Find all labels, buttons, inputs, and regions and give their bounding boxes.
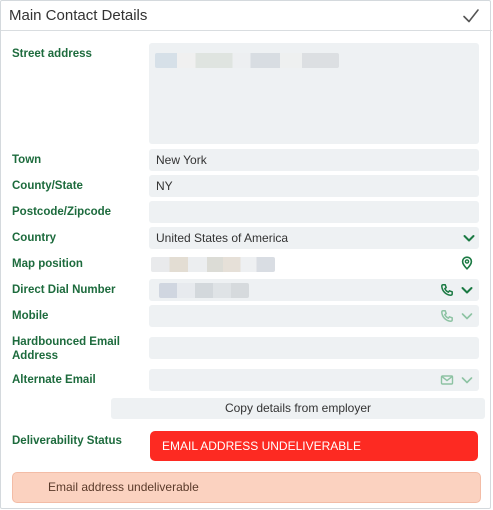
direct-dial-input[interactable] [149, 279, 479, 301]
phone-icon[interactable] [440, 309, 454, 323]
direct-dial-label: Direct Dial Number [12, 284, 116, 296]
mobile-input[interactable] [149, 305, 479, 327]
undeliverable-alert-banner: Email address undeliverable [12, 472, 481, 503]
hardbounced-email-label: Hardbounced Email Address [12, 336, 120, 362]
country-label: Country [12, 232, 57, 244]
panel-header: Main Contact Details [1, 1, 492, 31]
postcode-label: Postcode/Zipcode [12, 206, 112, 218]
alternate-email-input[interactable] [149, 369, 479, 391]
country-value: United States of America [156, 231, 289, 245]
hardbounced-email-input[interactable] [149, 337, 479, 359]
envelope-icon[interactable] [440, 373, 454, 387]
main-contact-details-panel: Main Contact Details Street address Town… [0, 0, 492, 509]
country-select[interactable]: United States of America [149, 227, 479, 249]
mobile-label: Mobile [12, 310, 49, 322]
check-icon[interactable] [462, 7, 480, 25]
phone-icon[interactable] [440, 283, 454, 297]
street-address-input[interactable] [149, 43, 479, 144]
postcode-input[interactable] [149, 201, 479, 223]
map-pin-icon[interactable] [460, 256, 474, 270]
town-input[interactable]: New York [149, 149, 479, 171]
chevron-down-icon[interactable] [460, 373, 474, 387]
deliverability-status-button[interactable]: EMAIL ADDRESS UNDELIVERABLE [150, 431, 478, 461]
street-address-label: Street address [12, 48, 92, 60]
chevron-down-icon[interactable] [460, 309, 474, 323]
redacted-address [155, 53, 339, 68]
county-state-input[interactable]: NY [149, 175, 479, 197]
redacted-direct-dial [159, 283, 249, 298]
copy-details-from-employer-button[interactable]: Copy details from employer [111, 398, 485, 419]
deliverability-status-label: Deliverability Status [12, 435, 122, 447]
town-label: Town [12, 154, 42, 166]
redacted-map-position [151, 257, 275, 272]
panel-title: Main Contact Details [9, 7, 148, 24]
alternate-email-label: Alternate Email [12, 374, 96, 386]
chevron-down-icon[interactable] [462, 231, 476, 245]
map-position-label: Map position [12, 258, 83, 270]
chevron-down-icon[interactable] [460, 283, 474, 297]
map-position-field[interactable] [149, 253, 479, 275]
county-state-label: County/State [12, 180, 83, 192]
